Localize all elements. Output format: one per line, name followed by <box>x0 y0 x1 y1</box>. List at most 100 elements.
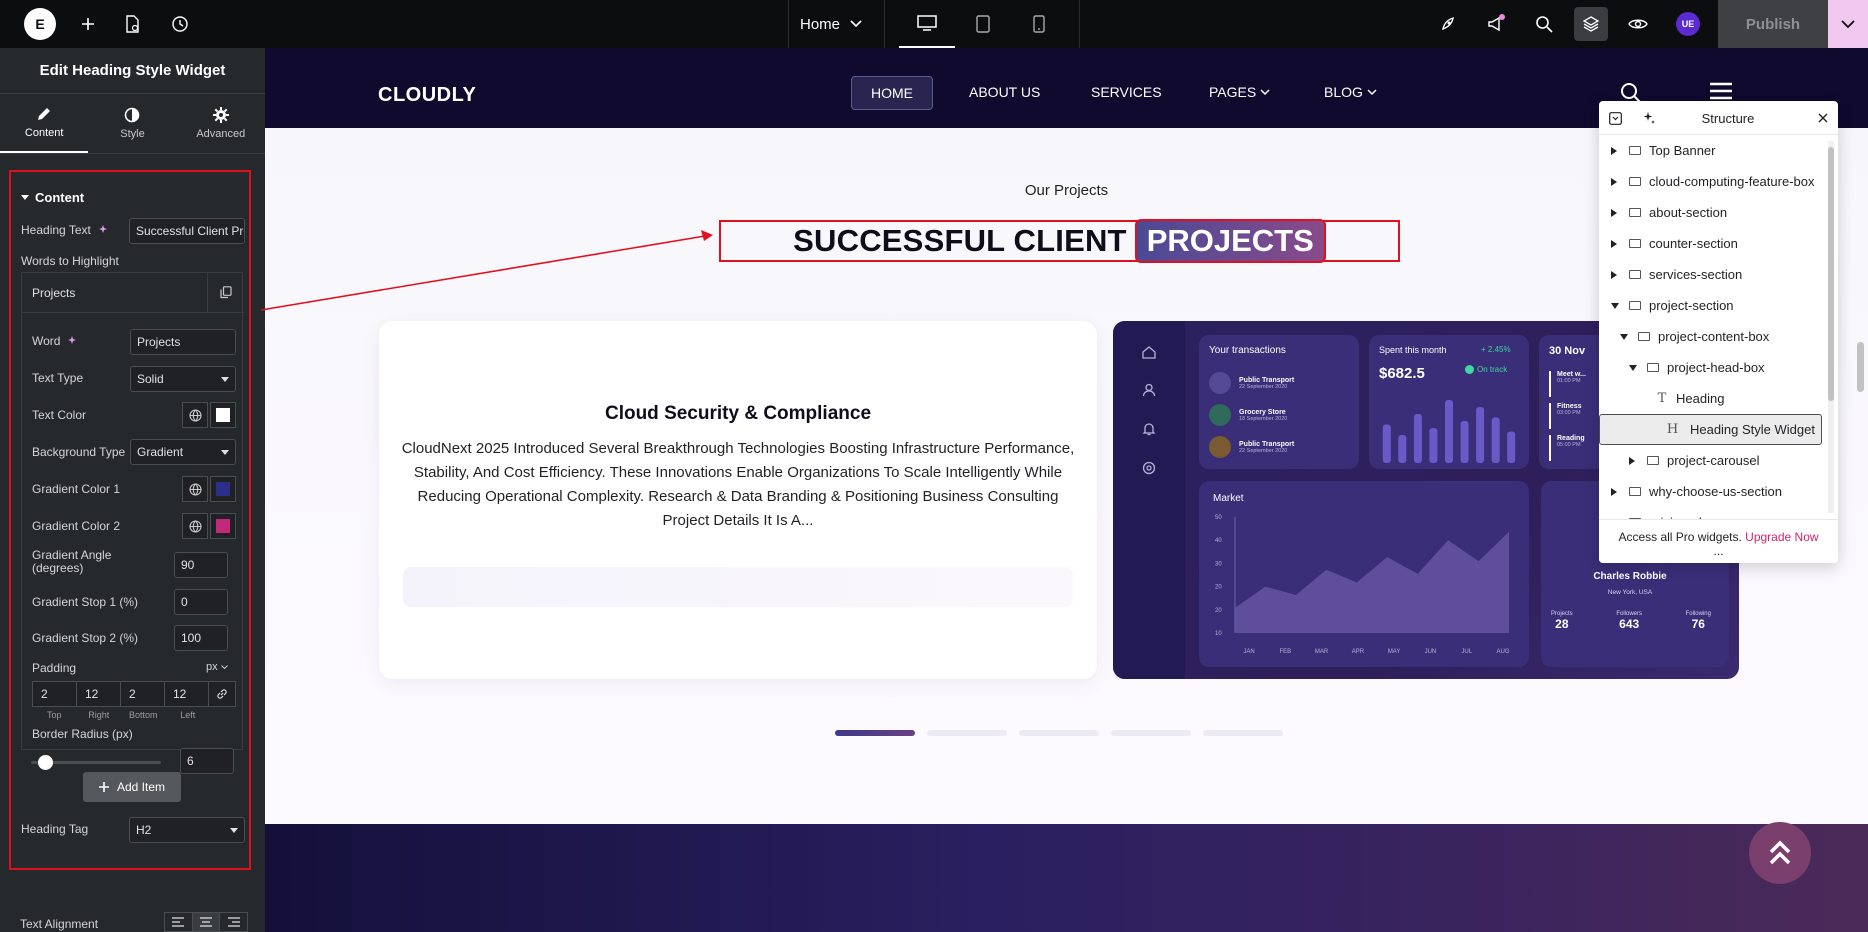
tablet-view-button[interactable] <box>955 0 1011 48</box>
expand-toggle-icon[interactable] <box>1629 456 1643 465</box>
structure-item[interactable]: services-section <box>1599 259 1822 290</box>
structure-item[interactable]: about-section <box>1599 197 1822 228</box>
repeater-item: Projects Word Projects Text Type Solid T… <box>21 272 244 750</box>
expand-toggle-icon[interactable] <box>1611 302 1625 309</box>
expand-toggle-icon[interactable] <box>1611 146 1625 155</box>
gradient-angle-input[interactable]: 90 <box>174 552 228 578</box>
global-color-button[interactable] <box>182 476 208 502</box>
structure-scrollbar[interactable] <box>1828 147 1834 401</box>
global-color-button[interactable] <box>182 402 208 428</box>
expand-toggle-icon[interactable] <box>1611 270 1625 279</box>
structure-item[interactable]: project-head-box <box>1599 352 1822 383</box>
global-color-button[interactable] <box>182 513 208 539</box>
gradient-stop-1-input[interactable]: 0 <box>174 589 228 615</box>
add-element-button[interactable] <box>72 0 104 48</box>
expand-toggle-icon[interactable] <box>1620 333 1634 340</box>
container-icon <box>1625 146 1645 155</box>
align-center-button[interactable] <box>192 913 221 931</box>
align-left-button[interactable] <box>165 913 193 931</box>
close-structure-button[interactable] <box>1815 110 1831 126</box>
ai-sparkle-icon[interactable] <box>66 335 78 347</box>
padding-right-input[interactable]: 12 <box>77 682 121 706</box>
hamburger-menu-icon[interactable] <box>1710 82 1732 100</box>
align-right-button[interactable] <box>220 913 247 931</box>
duplicate-item-button[interactable] <box>208 273 244 313</box>
border-radius-slider[interactable] <box>31 755 161 770</box>
gradient-color-2-swatch[interactable] <box>210 513 236 539</box>
heading-text-input[interactable]: Successful Client Projects <box>129 218 245 244</box>
launchpad-button[interactable] <box>1432 0 1464 48</box>
upgrade-link[interactable]: Upgrade Now <box>1745 530 1818 544</box>
structure-item[interactable]: project-content-box <box>1599 321 1822 352</box>
expand-toggle-icon[interactable] <box>1611 487 1625 496</box>
structure-item[interactable]: H Heading Style Widget <box>1599 414 1822 445</box>
structure-item[interactable]: counter-section <box>1599 228 1822 259</box>
panel-title: Edit Heading Style Widget <box>0 48 265 94</box>
expand-toggle-icon[interactable] <box>1629 364 1643 371</box>
history-button[interactable] <box>164 0 196 48</box>
container-icon <box>1625 270 1645 279</box>
carousel-dot-active[interactable] <box>835 730 915 736</box>
expand-toggle-icon[interactable] <box>1611 177 1625 186</box>
nav-pages[interactable]: PAGES <box>1209 84 1270 100</box>
structure-item[interactable]: project-section <box>1599 290 1822 321</box>
publish-button[interactable]: Publish <box>1718 0 1828 48</box>
page-settings-button[interactable] <box>116 0 148 48</box>
elementor-logo[interactable]: E <box>24 8 56 40</box>
content-section-toggle[interactable]: Content <box>21 190 84 205</box>
finder-button[interactable] <box>1528 0 1560 48</box>
heading-tag-select[interactable]: H2 <box>129 817 245 843</box>
desktop-view-button[interactable] <box>899 0 955 48</box>
text-type-select[interactable]: Solid <box>130 366 236 392</box>
publish-options-button[interactable] <box>1828 0 1868 48</box>
preview-button[interactable] <box>1622 0 1654 48</box>
heading-plain-text: SUCCESSFUL CLIENT <box>793 223 1127 258</box>
mobile-view-button[interactable] <box>1011 0 1067 48</box>
structure-item[interactable]: project-carousel <box>1599 445 1822 476</box>
padding-bottom-input[interactable]: 2 <box>121 682 165 706</box>
canvas-scrollbar[interactable] <box>1857 342 1864 392</box>
carousel-dot[interactable] <box>1203 730 1283 736</box>
tab-style[interactable]: Style <box>88 94 176 153</box>
carousel-dot[interactable] <box>927 730 1007 736</box>
border-radius-input[interactable]: 6 <box>180 748 234 774</box>
scroll-to-top-button[interactable] <box>1749 822 1811 884</box>
structure-item[interactable]: Top Banner <box>1599 135 1822 166</box>
nav-blog[interactable]: BLOG <box>1324 84 1377 100</box>
nav-home[interactable]: HOME <box>851 76 933 110</box>
structure-item[interactable]: T Heading <box>1599 383 1822 414</box>
notifications-button[interactable] <box>1480 0 1512 48</box>
nav-about-us[interactable]: ABOUT US <box>969 84 1040 100</box>
project-card-title[interactable]: Cloud Security & Compliance <box>379 403 1097 425</box>
nav-services[interactable]: SERVICES <box>1091 84 1162 100</box>
padding-top-input[interactable]: 2 <box>33 682 77 706</box>
structure-toggle-button[interactable] <box>1574 7 1608 41</box>
structure-item[interactable]: pricing-plan <box>1599 507 1822 519</box>
gradient-stop-2-input[interactable]: 100 <box>174 625 228 651</box>
text-color-swatch[interactable] <box>210 402 236 428</box>
carousel-dot[interactable] <box>1111 730 1191 736</box>
tab-content[interactable]: Content <box>0 94 89 153</box>
background-type-select[interactable]: Gradient <box>130 439 236 465</box>
word-input[interactable]: Projects <box>130 329 236 355</box>
user-avatar[interactable]: UE <box>1676 12 1700 36</box>
slider-handle[interactable] <box>37 755 53 770</box>
add-item-button[interactable]: Add Item <box>83 772 181 802</box>
site-logo[interactable]: CLOUDLY <box>378 84 476 107</box>
section-title: Content <box>35 190 85 205</box>
padding-unit-select[interactable]: px <box>206 661 228 673</box>
structure-item[interactable]: cloud-computing-feature-box <box>1599 166 1822 197</box>
structure-item[interactable]: why-choose-us-section <box>1599 476 1822 507</box>
padding-left-input[interactable]: 12 <box>165 682 209 706</box>
expand-toggle-icon[interactable] <box>1611 239 1625 248</box>
expand-toggle-icon[interactable] <box>1611 208 1625 217</box>
ai-sparkle-icon[interactable] <box>97 224 109 236</box>
page-selector[interactable]: Home <box>800 0 880 48</box>
link-values-button[interactable] <box>209 682 235 706</box>
gradient-color-1-swatch[interactable] <box>210 476 236 502</box>
repeater-item-title[interactable]: Projects <box>22 273 208 313</box>
section-heading[interactable]: SUCCESSFUL CLIENT PROJECTS <box>719 219 1400 263</box>
drag-handle[interactable]: ... <box>1599 544 1838 558</box>
carousel-dot[interactable] <box>1019 730 1099 736</box>
tab-advanced[interactable]: Advanced <box>177 94 265 153</box>
